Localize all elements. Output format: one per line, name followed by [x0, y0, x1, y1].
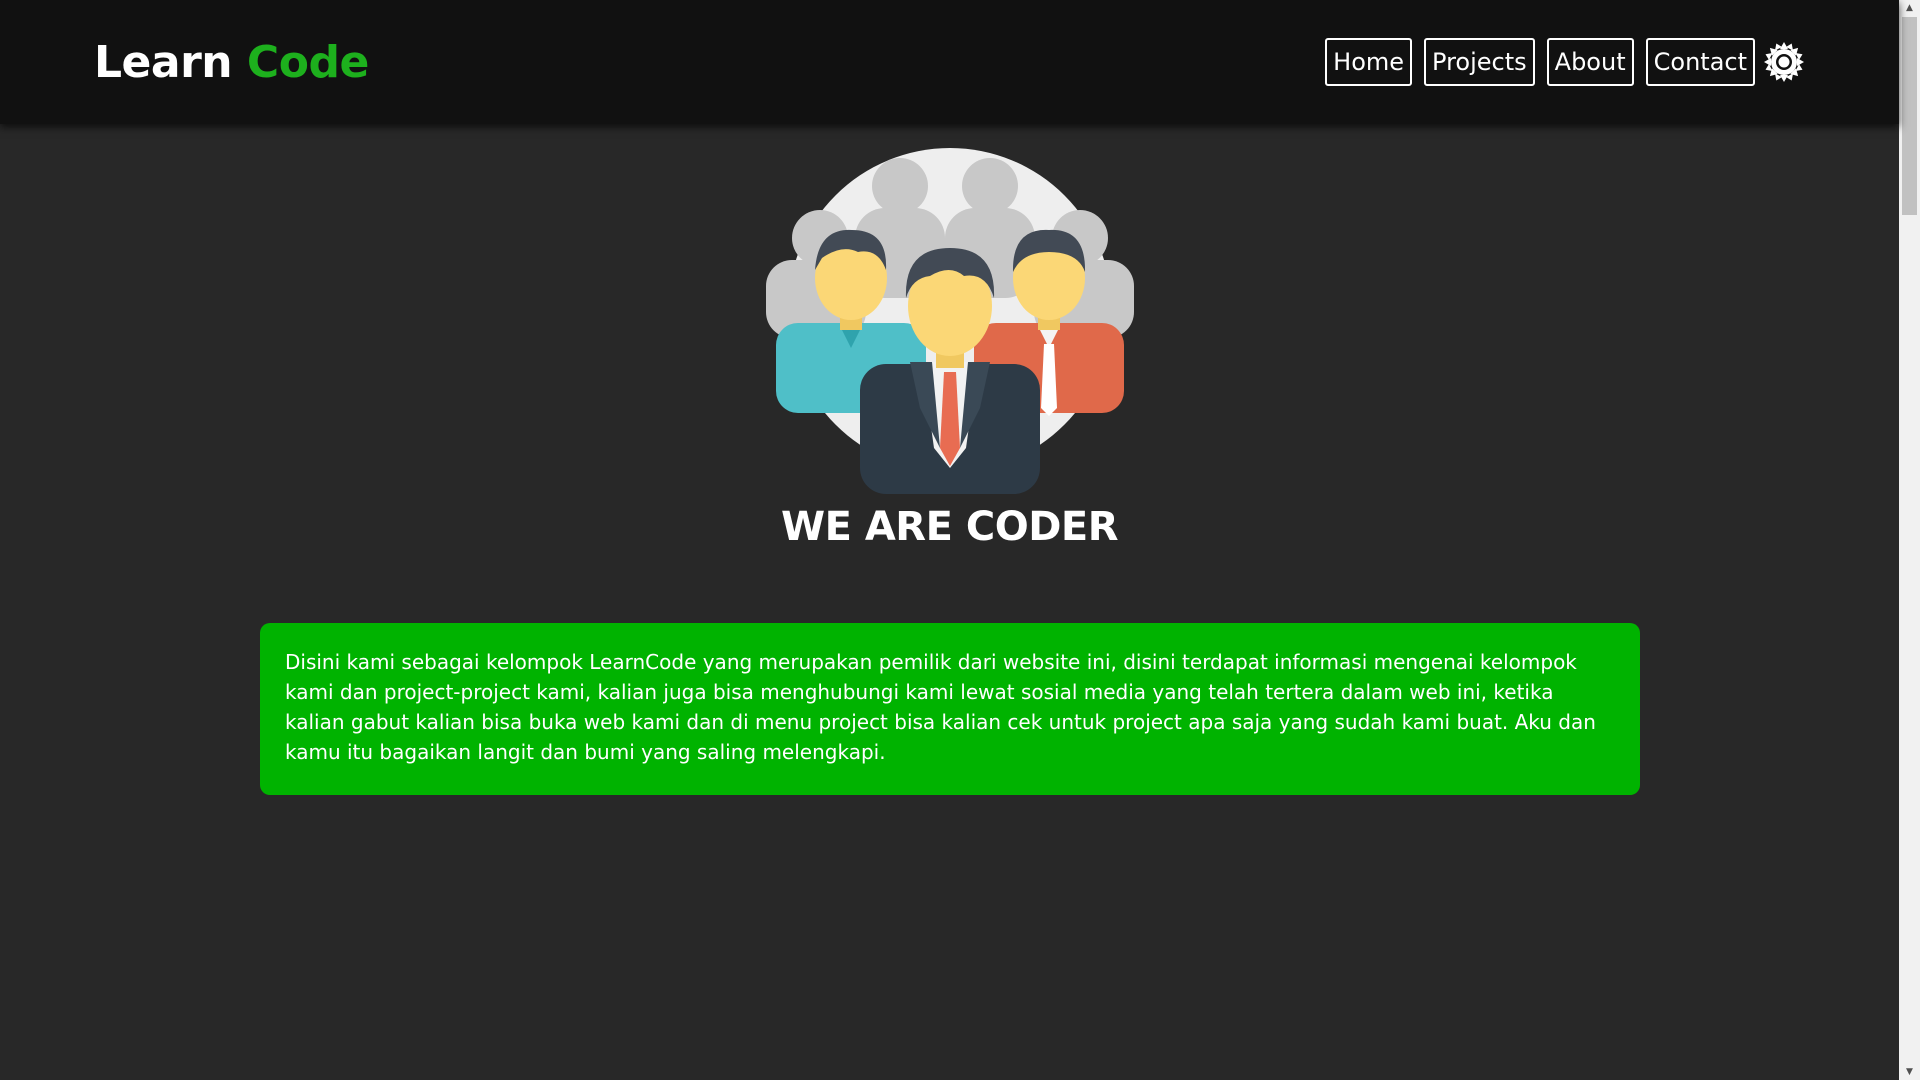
- nav-home-link[interactable]: Home: [1325, 38, 1413, 86]
- scroll-down-arrow-icon[interactable]: ▼: [1899, 1064, 1920, 1080]
- brand-code: Code: [246, 37, 369, 88]
- vertical-scrollbar[interactable]: ▲ ▼: [1899, 0, 1920, 1080]
- about-page: Learn Code Home Projects About Contact W…: [0, 0, 1920, 1080]
- page-title: WE ARE CODER: [780, 504, 1119, 550]
- scroll-up-arrow-icon[interactable]: ▲: [1899, 0, 1920, 16]
- info-text: Disini kami sebagai kelompok LearnCode y…: [285, 650, 1596, 764]
- brand-learn: Learn: [94, 37, 233, 88]
- nav-about-link[interactable]: About: [1546, 38, 1634, 86]
- navbar: Learn Code Home Projects About Contact: [0, 0, 1899, 124]
- brand-logo[interactable]: Learn Code: [94, 36, 369, 90]
- scroll-thumb[interactable]: [1902, 17, 1917, 215]
- info-box: Disini kami sebagai kelompok LearnCode y…: [260, 623, 1640, 795]
- team-group-icon: [766, 148, 1134, 494]
- sun-icon[interactable]: [1763, 41, 1805, 83]
- nav-projects-link[interactable]: Projects: [1424, 38, 1535, 86]
- nav-links: Home Projects About Contact: [1325, 38, 1805, 86]
- nav-contact-link[interactable]: Contact: [1645, 38, 1755, 86]
